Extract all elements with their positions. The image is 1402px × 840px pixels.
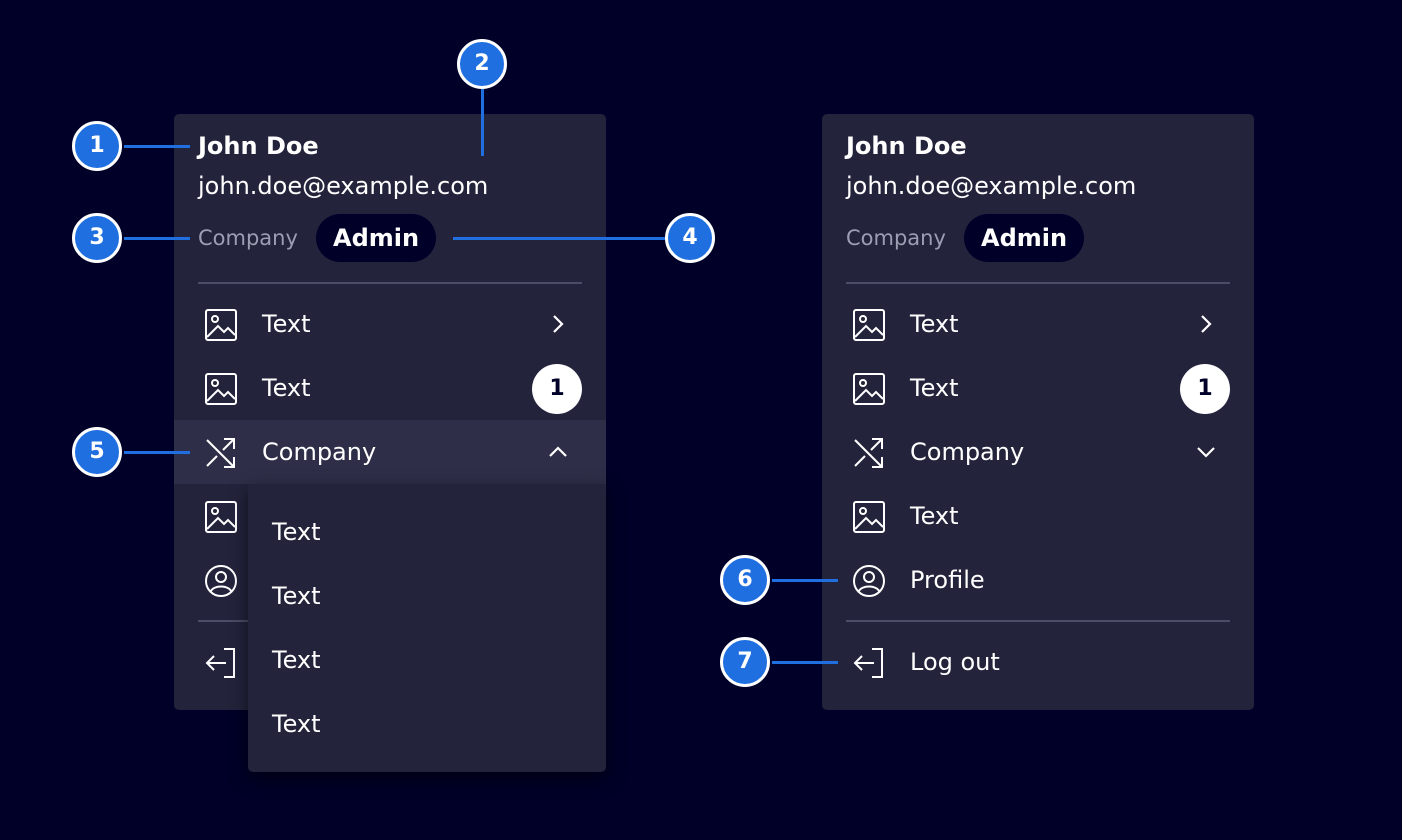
role-pill: Admin xyxy=(316,214,437,262)
menu-item-text[interactable]: Text xyxy=(822,484,1254,548)
chevron-down-icon xyxy=(1192,438,1220,466)
company-submenu: Text Text Text Text xyxy=(248,484,606,772)
annotation-line xyxy=(453,237,665,240)
annotation-marker: 4 xyxy=(665,213,715,263)
chevron-right-icon xyxy=(1192,310,1220,338)
menu-item-text-badge[interactable]: Text 1 xyxy=(822,356,1254,420)
chevron-right-icon xyxy=(544,310,572,338)
role-pill: Admin xyxy=(964,214,1085,262)
annotation-marker: 1 xyxy=(72,121,122,171)
annotation-line xyxy=(481,88,484,156)
image-icon xyxy=(852,372,886,406)
menu-item-label: Text xyxy=(910,310,959,338)
annotation-line xyxy=(772,661,838,664)
user-circle-icon xyxy=(852,564,886,598)
annotation-marker: 6 xyxy=(720,555,770,605)
image-icon xyxy=(852,500,886,534)
submenu-item[interactable]: Text xyxy=(272,628,572,692)
annotation-line xyxy=(124,237,190,240)
annotation-marker: 2 xyxy=(457,39,507,89)
divider xyxy=(198,282,582,284)
menu-item-label: Profile xyxy=(910,566,985,594)
menu-item-label: Company xyxy=(910,438,1025,466)
annotation-line xyxy=(124,145,190,148)
menu-item-text[interactable]: Text xyxy=(174,292,606,356)
annotation-marker: 5 xyxy=(72,427,122,477)
shuffle-icon xyxy=(852,436,886,470)
user-email: john.doe@example.com xyxy=(198,172,489,200)
submenu-item[interactable]: Text xyxy=(272,692,572,756)
user-email: john.doe@example.com xyxy=(846,172,1137,200)
menu-item-profile[interactable]: Profile xyxy=(822,548,1254,612)
logout-icon xyxy=(204,646,238,680)
menu-item-label: Text xyxy=(910,502,959,530)
annotation-line xyxy=(772,579,838,582)
user-circle-icon xyxy=(204,564,238,598)
submenu-item[interactable]: Text xyxy=(272,500,572,564)
user-menu-collapsed: John Doe john.doe@example.com Company Ad… xyxy=(822,114,1254,710)
user-company: Company xyxy=(846,226,946,250)
shuffle-icon xyxy=(204,436,238,470)
image-icon xyxy=(852,308,886,342)
menu-item-company-expanded[interactable]: Company xyxy=(174,420,606,484)
image-icon xyxy=(204,372,238,406)
count-badge: 1 xyxy=(1180,364,1230,414)
menu-item-label: Company xyxy=(262,438,377,466)
divider xyxy=(846,282,1230,284)
menu-item-label: Text xyxy=(262,310,311,338)
logout-label: Log out xyxy=(910,648,1000,676)
user-name: John Doe xyxy=(198,132,319,160)
menu-item-text[interactable]: Text xyxy=(822,292,1254,356)
logout-icon xyxy=(852,646,886,680)
menu-item-label: Text xyxy=(910,374,959,402)
chevron-up-icon xyxy=(544,438,572,466)
user-name: John Doe xyxy=(846,132,967,160)
user-company: Company xyxy=(198,226,298,250)
annotation-marker: 7 xyxy=(720,637,770,687)
menu-item-text-badge[interactable]: Text 1 xyxy=(174,356,606,420)
annotation-line xyxy=(124,451,190,454)
submenu-item[interactable]: Text xyxy=(272,564,572,628)
menu-item-label: Text xyxy=(262,374,311,402)
image-icon xyxy=(204,500,238,534)
menu-item-company-collapsed[interactable]: Company xyxy=(822,420,1254,484)
annotation-marker: 3 xyxy=(72,213,122,263)
image-icon xyxy=(204,308,238,342)
menu-item-logout[interactable]: Log out xyxy=(822,630,1254,694)
count-badge: 1 xyxy=(532,364,582,414)
divider xyxy=(846,620,1230,622)
